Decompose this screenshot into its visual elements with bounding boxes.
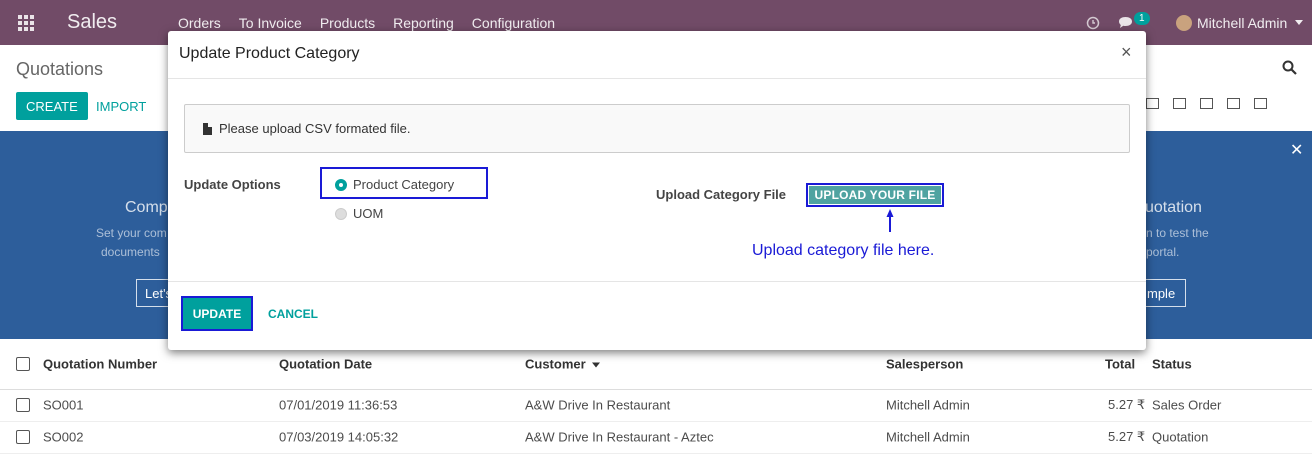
- select-all-checkbox[interactable]: [16, 357, 30, 371]
- breadcrumb: Quotations: [16, 59, 104, 79]
- chat-count-badge: 1: [1134, 12, 1150, 25]
- import-button[interactable]: IMPORT: [96, 92, 146, 120]
- table-row[interactable]: SO001 07/01/2019 11:36:53 A&W Drive In R…: [0, 389, 1312, 422]
- arrow-up-icon: [886, 208, 894, 235]
- app-name[interactable]: Sales: [67, 0, 117, 45]
- apps-grid-icon[interactable]: [16, 0, 36, 45]
- view-switcher: [1146, 98, 1267, 109]
- upload-your-file-button[interactable]: UPLOAD YOUR FILE: [809, 186, 941, 204]
- header-total[interactable]: Total: [1105, 357, 1135, 372]
- row-checkbox[interactable]: [16, 430, 30, 444]
- banner-right-text-1: n to test the: [1146, 226, 1209, 240]
- cell-customer: A&W Drive In Restaurant - Aztec: [525, 429, 714, 445]
- pivot-view-icon[interactable]: [1200, 98, 1213, 109]
- banner-left-title: Comp: [125, 199, 168, 216]
- banner-left-text-1: Set your com: [96, 226, 167, 240]
- dialog-header: Update Product Category ×: [168, 31, 1146, 79]
- user-name: Mitchell Admin: [1197, 14, 1288, 31]
- header-quotation-date[interactable]: Quotation Date: [279, 357, 372, 372]
- chevron-down-icon: [1295, 20, 1304, 25]
- search-icon[interactable]: [1282, 60, 1297, 78]
- banner-left-text-2: documents: [101, 245, 160, 259]
- graph-view-icon[interactable]: [1227, 98, 1240, 109]
- alert-text: Please upload CSV formated file.: [219, 121, 411, 136]
- kanban-view-icon[interactable]: [1146, 98, 1159, 109]
- list-view-icon[interactable]: [1254, 98, 1267, 109]
- header-quotation-number[interactable]: Quotation Number: [43, 357, 157, 372]
- update-category-dialog: Update Product Category × Please upload …: [168, 31, 1146, 350]
- close-icon[interactable]: ×: [1121, 42, 1132, 63]
- info-alert: Please upload CSV formated file.: [184, 104, 1130, 153]
- header-customer[interactable]: Customer: [525, 357, 600, 372]
- header-salesperson[interactable]: Salesperson: [886, 357, 963, 372]
- quotations-list: Quotation Number Quotation Date Customer…: [0, 339, 1312, 454]
- banner-right-text-2: portal.: [1146, 245, 1180, 259]
- cell-number: SO002: [43, 429, 84, 445]
- dialog-title: Update Product Category: [179, 45, 360, 62]
- header-status[interactable]: Status: [1152, 357, 1192, 372]
- radio-uom[interactable]: UOM: [335, 206, 383, 221]
- radio-product-category-label: Product Category: [353, 177, 455, 192]
- cell-customer: A&W Drive In Restaurant: [525, 397, 671, 413]
- user-menu[interactable]: Mitchell Admin: [1176, 0, 1304, 45]
- upload-category-file-label: Upload Category File: [656, 187, 787, 202]
- header-customer-label: Customer: [525, 356, 586, 372]
- avatar: [1176, 14, 1192, 31]
- banner-close-icon[interactable]: ✕: [1290, 140, 1303, 160]
- menu-products[interactable]: Products: [320, 15, 375, 31]
- upload-annotation: Upload category file here.: [752, 242, 935, 259]
- cell-status: Sales Order: [1152, 397, 1222, 413]
- menu-orders[interactable]: Orders: [178, 15, 221, 31]
- update-options-label: Update Options: [184, 177, 281, 192]
- row-checkbox[interactable]: [16, 398, 30, 412]
- radio-product-category[interactable]: Product Category: [335, 177, 454, 192]
- cell-date: 07/01/2019 11:36:53: [279, 397, 398, 413]
- table-row[interactable]: SO002 07/03/2019 14:05:32 A&W Drive In R…: [0, 421, 1312, 454]
- cell-salesperson: Mitchell Admin: [886, 429, 970, 445]
- cell-salesperson: Mitchell Admin: [886, 397, 970, 413]
- menu-to-invoice[interactable]: To Invoice: [239, 15, 302, 31]
- cell-date: 07/03/2019 14:05:32: [279, 429, 399, 445]
- radio-unchecked-icon: [335, 207, 347, 220]
- cell-total: 5.27 ₹: [1108, 429, 1146, 444]
- cell-status: Quotation: [1152, 429, 1209, 445]
- banner-right-title: uotation: [1145, 199, 1202, 216]
- cell-number: SO001: [43, 397, 84, 413]
- radio-uom-label: UOM: [353, 206, 384, 221]
- update-button[interactable]: UPDATE: [183, 298, 251, 329]
- menu-configuration[interactable]: Configuration: [472, 15, 555, 31]
- create-button[interactable]: CREATE: [16, 92, 88, 120]
- radio-checked-icon: [335, 178, 347, 191]
- cancel-button[interactable]: CANCEL: [268, 298, 318, 329]
- sort-desc-icon: [591, 362, 600, 368]
- cell-total: 5.27 ₹: [1108, 397, 1146, 412]
- file-icon: [203, 122, 212, 135]
- dialog-footer: UPDATE CANCEL: [168, 281, 1146, 351]
- calendar-view-icon[interactable]: [1173, 98, 1186, 109]
- menu-reporting[interactable]: Reporting: [393, 15, 454, 31]
